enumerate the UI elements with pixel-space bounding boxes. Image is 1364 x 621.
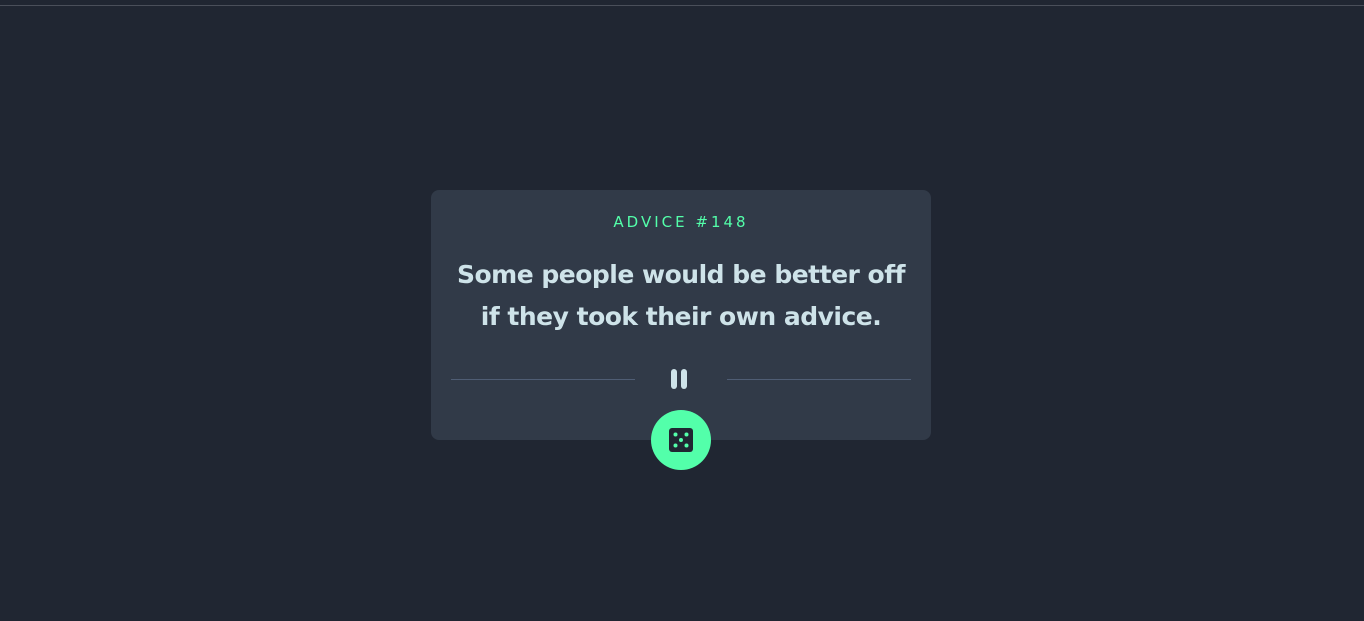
browser-top-edge: [0, 0, 1364, 6]
advice-quote: Some people would be better off if they …: [456, 260, 906, 331]
pattern-divider: [451, 366, 911, 392]
generate-advice-button[interactable]: [651, 410, 711, 470]
pause-icon: [671, 369, 687, 389]
advice-card: ADVICE #148 Some people would be better …: [431, 190, 931, 440]
divider-line-left: [451, 379, 635, 380]
divider-line-right: [727, 379, 911, 380]
advice-id: ADVICE #148: [613, 213, 749, 231]
dice-icon: [669, 428, 693, 452]
